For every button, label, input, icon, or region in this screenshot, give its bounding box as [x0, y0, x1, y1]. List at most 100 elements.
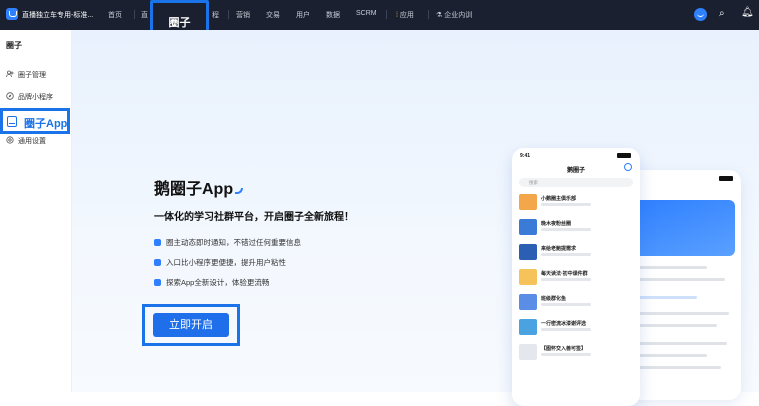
sidebar-item-label: 圈子管理 [18, 72, 46, 79]
sparkle-icon [154, 279, 161, 286]
circle-name: 来给老鲍提需求 [541, 246, 577, 252]
circle-name: 班级群化鱼 [541, 296, 567, 302]
placeholder-line [637, 366, 721, 369]
circle-name: 小鹅圈主俱乐部 [541, 196, 577, 202]
circle-thumbnail [519, 219, 537, 235]
notification-bell-icon[interactable]: 🔔︎ [741, 7, 754, 18]
sidebar-item-label: 通用设置 [18, 138, 46, 145]
phone-mockup-front: 9:41 鹅圈子 搜索 小鹅圈主俱乐部 晚木夜粉丝圈 来给老鲍提需求 每天读法·… [512, 148, 640, 406]
tablet-icon [7, 116, 17, 127]
nav-training-label: 企业内训 [444, 12, 473, 19]
sidebar-item-general-settings[interactable]: 通用设置 [6, 136, 46, 146]
nav-apps-label: 应用 [399, 12, 414, 19]
circle-name: 【图怀交入兽可签】 [541, 346, 587, 352]
phone-time: 9:41 [520, 153, 531, 159]
nav-home[interactable]: 首页 [108, 10, 122, 20]
sidebar-item-label: 品牌小程序 [18, 94, 53, 101]
placeholder-line [541, 278, 591, 281]
placeholder-line [541, 203, 591, 206]
phone-icon [154, 259, 161, 266]
feature-item: 探索App全新设计，体验更流畅 [154, 277, 269, 288]
list-item: 来给老鲍提需求 [519, 244, 633, 264]
user-avatar-icon[interactable] [694, 8, 707, 21]
nav-divider [428, 10, 429, 19]
circle-thumbnail [519, 344, 537, 360]
battery-icon [617, 153, 631, 158]
placeholder-line [637, 324, 717, 327]
swoosh-icon [235, 188, 244, 194]
gear-icon [6, 136, 14, 144]
placeholder-line [637, 354, 707, 357]
search-icon[interactable]: ⌕ [719, 8, 725, 19]
hero-title: 鹅圈子App [154, 175, 244, 199]
compass-icon [6, 92, 14, 100]
list-item: 晚木夜粉丝圈 [519, 219, 633, 239]
list-item: 【图怀交入兽可签】 [519, 344, 633, 364]
nav-partial-course[interactable]: 程 [212, 10, 219, 20]
phone-title: 鹅圈子 [566, 168, 585, 174]
people-icon [6, 70, 14, 78]
sidebar-item-label: 圈子App [24, 118, 68, 130]
feature-item: 入口比小程序更便捷，提升用户粘性 [154, 257, 286, 268]
list-item: 每天读法·初中课件群 [519, 269, 633, 289]
grid-icon: ⁞ [396, 12, 398, 19]
training-icon: ⚗ [436, 12, 443, 19]
list-item: 小鹅圈主俱乐部 [519, 194, 633, 214]
main-content: 鹅圈子App 一体化的学习社群平台，开启圈子全新旅程！ 圈主动态即时通知，不错过… [72, 30, 759, 406]
placeholder-line [541, 303, 591, 306]
sidebar: 圈子 圈子管理 品牌小程序 通用设置 [0, 30, 72, 392]
circle-name: 晚木夜粉丝圈 [541, 221, 572, 227]
nav-trade[interactable]: 交易 [266, 10, 280, 20]
nav-tab-circle-label: 圈子 [168, 17, 191, 29]
bell-icon [154, 239, 161, 246]
top-navigation-bar: 直播独立车专用-标准... 首页 直 程 营销 交易 用户 数据 SCRM ⁞ … [0, 0, 759, 30]
placeholder-line [637, 342, 727, 345]
circle-name: 一行密流冰漆谢评选 [541, 321, 587, 327]
circle-thumbnail [519, 244, 537, 260]
placeholder-line [637, 296, 697, 299]
nav-divider [228, 10, 229, 19]
nav-scrm[interactable]: SCRM [356, 10, 377, 17]
enable-now-button[interactable]: 立即开启 [153, 313, 229, 337]
circle-thumbnail [519, 294, 537, 310]
circle-thumbnail [519, 194, 537, 210]
feature-item: 圈主动态即时通知，不错过任何重要信息 [154, 237, 301, 248]
hero-subtitle: 一体化的学习社群平台，开启圈子全新旅程！ [154, 212, 354, 223]
placeholder-line [541, 253, 591, 256]
circle-name: 每天读法·初中课件群 [541, 271, 588, 277]
placeholder-line [637, 278, 725, 281]
placeholder-line [637, 312, 729, 315]
nav-data[interactable]: 数据 [326, 10, 340, 20]
nav-marketing[interactable]: 营销 [236, 10, 250, 20]
sidebar-item-circle-manage[interactable]: 圈子管理 [6, 70, 46, 80]
list-item: 一行密流冰漆谢评选 [519, 319, 633, 339]
placeholder-line [637, 266, 707, 269]
shop-name[interactable]: 直播独立车专用-标准... [22, 10, 93, 20]
nav-divider [386, 10, 387, 19]
nav-apps[interactable]: ⁞ 应用 [396, 10, 414, 20]
battery-icon [719, 176, 733, 181]
hero-title-text: 鹅圈子App [154, 181, 234, 198]
cta-highlight-box: 立即开启 [142, 304, 240, 346]
phone-search: 搜索 [519, 178, 633, 187]
sidebar-item-circle-app-selected[interactable]: 圈子App [0, 108, 70, 134]
list-item: 班级群化鱼 [519, 294, 633, 314]
feature-text: 探索App全新设计，体验更流畅 [166, 278, 270, 287]
circle-thumbnail [519, 269, 537, 285]
feature-text: 圈主动态即时通知，不错过任何重要信息 [166, 238, 301, 247]
add-icon [624, 163, 632, 171]
placeholder-line [541, 353, 591, 356]
placeholder-line [541, 228, 591, 231]
nav-users[interactable]: 用户 [296, 10, 310, 20]
sidebar-title: 圈子 [6, 41, 22, 50]
placeholder-line [541, 328, 591, 331]
phone-mockup-back [629, 170, 741, 400]
phone-banner-image [635, 200, 735, 256]
circle-thumbnail [519, 319, 537, 335]
feature-text: 入口比小程序更便捷，提升用户粘性 [166, 258, 286, 267]
app-logo-icon[interactable] [6, 8, 18, 20]
nav-training[interactable]: ⚗ 企业内训 [436, 10, 472, 20]
sidebar-item-brand-miniprogram[interactable]: 品牌小程序 [6, 92, 53, 102]
nav-divider [134, 10, 135, 19]
nav-partial-left[interactable]: 直 [141, 10, 148, 20]
